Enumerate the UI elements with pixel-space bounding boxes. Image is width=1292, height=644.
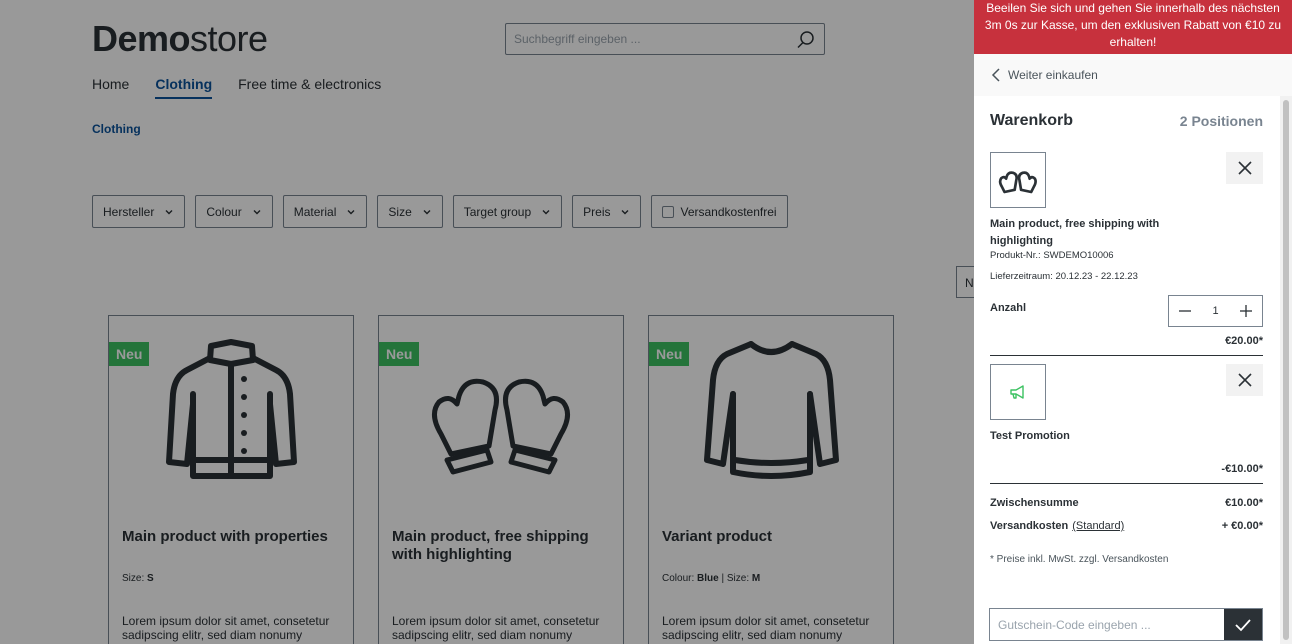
line-item-price: €20.00* <box>1225 335 1263 347</box>
backdrop-overlay[interactable] <box>0 0 974 644</box>
promotion-name: Test Promotion <box>990 430 1070 442</box>
shipping-row: Versandkosten (Standard) + €0.00* <box>990 515 1263 538</box>
scrollbar[interactable] <box>1280 96 1292 644</box>
voucher-submit-button[interactable] <box>1224 609 1262 640</box>
voucher-input[interactable] <box>990 609 1224 640</box>
shipping-value: + €0.00* <box>1221 520 1263 532</box>
line-item: Test Promotion -€10.00* <box>990 364 1263 475</box>
offcanvas-cart: Beeilen Sie sich und gehen Sie innerhalb… <box>974 0 1292 644</box>
tax-note: * Preise inkl. MwSt. zzgl. Versandkosten <box>990 554 1169 565</box>
promotion-price: -€10.00* <box>1221 463 1263 475</box>
divider <box>990 483 1263 484</box>
shipping-label: Versandkosten <box>990 520 1069 532</box>
megaphone-icon <box>1010 385 1024 399</box>
chevron-left-icon <box>991 68 1000 82</box>
cart-item-count: 2 Positionen <box>1179 113 1263 129</box>
quantity-label: Anzahl <box>990 302 1027 314</box>
subtotal-value: €10.00* <box>1225 497 1263 509</box>
voucher-form <box>989 608 1263 641</box>
plus-icon[interactable] <box>1240 305 1252 317</box>
close-icon <box>1237 161 1252 175</box>
continue-shopping-label: Weiter einkaufen <box>1008 68 1098 82</box>
continue-shopping-link[interactable]: Weiter einkaufen <box>974 54 1292 96</box>
scrollbar-thumb[interactable] <box>1283 100 1289 640</box>
line-item-image <box>990 364 1046 420</box>
quantity-stepper: 1 <box>1168 295 1263 327</box>
shipping-method-link[interactable]: (Standard) <box>1072 520 1124 532</box>
subtotal-label: Zwischensumme <box>990 497 1079 509</box>
line-item-number: Produkt-Nr.: SWDEMO10006 <box>990 250 1114 261</box>
promo-banner: Beeilen Sie sich und gehen Sie innerhalb… <box>974 0 1292 54</box>
remove-promotion-button[interactable] <box>1226 364 1263 396</box>
cart-header: Warenkorb 2 Positionen <box>990 96 1263 146</box>
quantity-row: Anzahl 1 <box>990 295 1263 335</box>
line-item: Main product, free shipping with highlig… <box>990 152 1263 347</box>
divider <box>990 355 1263 356</box>
minus-icon[interactable] <box>1179 305 1191 317</box>
subtotal-row: Zwischensumme €10.00* <box>990 492 1263 515</box>
line-item-delivery: Lieferzeitraum: 20.12.23 - 22.12.23 <box>990 271 1138 282</box>
checkmark-icon <box>1235 618 1251 631</box>
line-item-name[interactable]: Main product, free shipping with highlig… <box>990 216 1190 250</box>
line-item-image[interactable] <box>990 152 1046 208</box>
quantity-value[interactable]: 1 <box>1212 305 1218 317</box>
cart-content: Warenkorb 2 Positionen Main product, fre… <box>990 96 1263 565</box>
mittens-icon <box>998 171 1037 194</box>
cart-title: Warenkorb <box>990 112 1073 129</box>
close-icon <box>1237 373 1252 387</box>
remove-item-button[interactable] <box>1226 152 1263 184</box>
